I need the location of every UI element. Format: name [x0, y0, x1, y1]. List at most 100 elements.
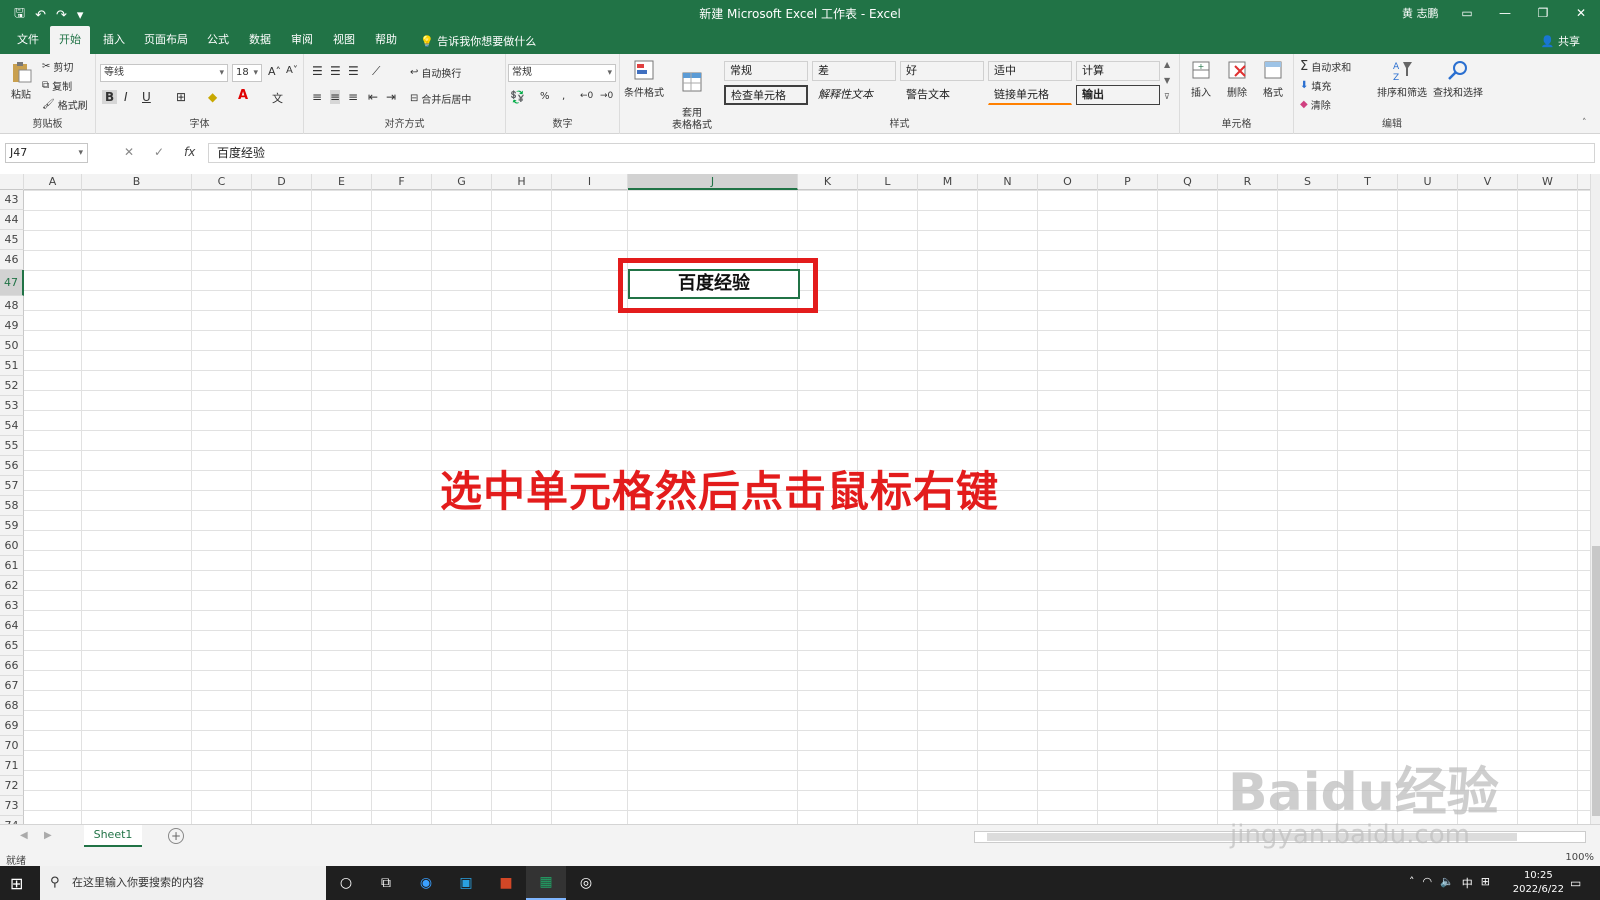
column-header-h[interactable]: H [492, 174, 552, 190]
row-header-45[interactable]: 45 [0, 230, 24, 250]
row-header-48[interactable]: 48 [0, 296, 24, 316]
row-header-63[interactable]: 63 [0, 596, 24, 616]
cancel-entry-icon[interactable]: ✕ [124, 145, 134, 159]
column-header-o[interactable]: O [1038, 174, 1098, 190]
fill-button[interactable]: ⬇ 填充 [1300, 78, 1331, 93]
increase-indent-icon[interactable]: ⇥ [386, 90, 396, 104]
row-header-46[interactable]: 46 [0, 250, 24, 270]
font-size-combo[interactable]: 18 [232, 64, 262, 82]
row-header-43[interactable]: 43 [0, 190, 24, 210]
styles-scroll-up-icon[interactable]: ▲ [1164, 60, 1170, 69]
tab-home[interactable]: 开始 [50, 26, 90, 54]
conditional-format-button[interactable]: 条件格式 [622, 58, 666, 99]
zoom-level[interactable]: 100% [1565, 852, 1594, 863]
borders-icon[interactable]: ⊞ [176, 90, 186, 104]
font-name-combo[interactable]: 等线 [100, 64, 228, 82]
tab-formulas[interactable]: 公式 [198, 26, 238, 54]
prev-sheet-icon[interactable]: ◀ [20, 830, 28, 841]
row-header-70[interactable]: 70 [0, 736, 24, 756]
ribbon-display-icon[interactable]: ▭ [1448, 0, 1486, 26]
row-header-53[interactable]: 53 [0, 396, 24, 416]
style-good[interactable]: 好 [900, 61, 984, 81]
tab-file[interactable]: 文件 [10, 26, 46, 54]
formula-input[interactable]: 百度经验 [208, 143, 1595, 163]
row-header-57[interactable]: 57 [0, 476, 24, 496]
row-header-60[interactable]: 60 [0, 536, 24, 556]
taskbar-clock[interactable]: 10:25 2022/6/22 [1513, 869, 1564, 897]
insert-function-icon[interactable]: fx [184, 145, 195, 159]
style-normal[interactable]: 常规 [724, 61, 808, 81]
styles-more-icon[interactable]: ⊽ [1164, 92, 1170, 101]
tab-page-layout[interactable]: 页面布局 [138, 26, 194, 54]
style-calculation[interactable]: 计算 [1076, 61, 1160, 81]
row-header-72[interactable]: 72 [0, 776, 24, 796]
column-header-j[interactable]: J [628, 174, 798, 190]
style-explanatory[interactable]: 解释性文本 [812, 85, 896, 105]
row-header-50[interactable]: 50 [0, 336, 24, 356]
style-linked-cell[interactable]: 链接单元格 [988, 85, 1072, 105]
excel-taskbar-icon[interactable]: ▦ [526, 866, 566, 900]
orientation-icon[interactable]: ⟋ [372, 64, 380, 79]
column-header-b[interactable]: B [82, 174, 192, 190]
column-header-l[interactable]: L [858, 174, 918, 190]
delete-cells-button[interactable]: 删除 [1220, 58, 1254, 99]
font-color-icon[interactable]: A [238, 88, 248, 103]
find-select-button[interactable]: 查找和选择 [1432, 58, 1484, 99]
row-header-61[interactable]: 61 [0, 556, 24, 576]
row-header-74[interactable]: 74 [0, 816, 24, 824]
row-header-67[interactable]: 67 [0, 676, 24, 696]
edge-icon[interactable]: ◉ [406, 866, 446, 900]
column-header-u[interactable]: U [1398, 174, 1458, 190]
align-top-icon[interactable]: ☰ [312, 64, 323, 78]
copy-button[interactable]: ⧉ 复制 [42, 78, 72, 93]
column-header-c[interactable]: C [192, 174, 252, 190]
row-header-71[interactable]: 71 [0, 756, 24, 776]
style-output[interactable]: 输出 [1076, 85, 1160, 105]
column-header-g[interactable]: G [432, 174, 492, 190]
column-header-n[interactable]: N [978, 174, 1038, 190]
row-header-47[interactable]: 47 [0, 270, 24, 296]
close-button[interactable]: ✕ [1562, 0, 1600, 26]
row-header-65[interactable]: 65 [0, 636, 24, 656]
tell-me-box[interactable]: 💡 告诉我你想要做什么 [420, 33, 536, 49]
obs-icon[interactable]: ◎ [566, 866, 606, 900]
tray-chevron-icon[interactable]: ˄ [1409, 875, 1415, 891]
column-header-s[interactable]: S [1278, 174, 1338, 190]
collapse-ribbon-icon[interactable]: ˄ [1582, 118, 1587, 128]
tab-help[interactable]: 帮助 [366, 26, 406, 54]
row-header-73[interactable]: 73 [0, 796, 24, 816]
vertical-scroll-thumb[interactable] [1592, 546, 1600, 816]
tab-review[interactable]: 审阅 [282, 26, 322, 54]
merge-center-button[interactable]: ⊟ 合并后居中 [410, 91, 471, 106]
row-header-56[interactable]: 56 [0, 456, 24, 476]
style-bad[interactable]: 差 [812, 61, 896, 81]
selected-cell-j47[interactable]: 百度经验 [628, 269, 800, 299]
restore-button[interactable]: ❐ [1524, 0, 1562, 26]
italic-button[interactable]: I [124, 90, 128, 104]
network-icon[interactable]: ◠ [1422, 875, 1432, 891]
select-all-corner[interactable] [0, 174, 24, 190]
styles-scroll-down-icon[interactable]: ▼ [1164, 76, 1170, 85]
align-right-icon[interactable]: ≡ [348, 90, 358, 104]
column-header-d[interactable]: D [252, 174, 312, 190]
column-header-a[interactable]: A [24, 174, 82, 190]
column-header-m[interactable]: M [918, 174, 978, 190]
column-header-t[interactable]: T [1338, 174, 1398, 190]
user-name[interactable]: 黄 志鹏 [1402, 5, 1439, 21]
align-middle-icon[interactable]: ☰ [330, 64, 341, 78]
row-header-68[interactable]: 68 [0, 696, 24, 716]
next-sheet-icon[interactable]: ▶ [44, 830, 52, 841]
wrap-text-button[interactable]: ↩ 自动换行 [410, 65, 461, 80]
column-header-q[interactable]: Q [1158, 174, 1218, 190]
row-header-69[interactable]: 69 [0, 716, 24, 736]
row-header-55[interactable]: 55 [0, 436, 24, 456]
task-view-icon[interactable]: ⧉ [366, 866, 406, 900]
column-header-p[interactable]: P [1098, 174, 1158, 190]
align-left-icon[interactable]: ≡ [312, 90, 322, 104]
row-header-66[interactable]: 66 [0, 656, 24, 676]
align-bottom-icon[interactable]: ☰ [348, 64, 359, 78]
decrease-indent-icon[interactable]: ⇤ [368, 90, 378, 104]
vertical-scrollbar[interactable] [1590, 174, 1600, 824]
align-center-icon[interactable]: ≡ [330, 90, 341, 104]
tab-insert[interactable]: 插入 [94, 26, 134, 54]
